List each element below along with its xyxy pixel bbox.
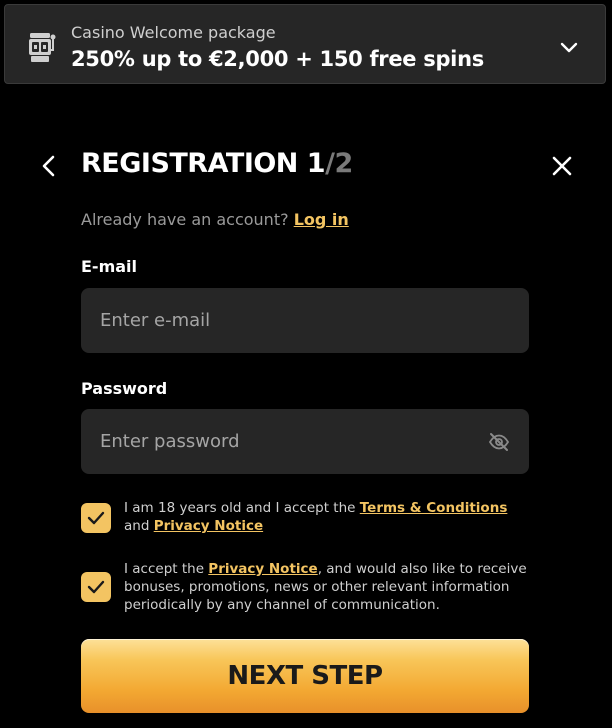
title-current-step: REGISTRATION 1	[81, 148, 326, 179]
eye-off-icon[interactable]	[488, 431, 510, 453]
page-title: REGISTRATION 1/2	[81, 148, 353, 179]
consent-text-part: I accept the	[124, 561, 209, 577]
slot-machine-icon	[29, 33, 56, 62]
next-step-button[interactable]: NEXT STEP	[81, 639, 529, 713]
password-input[interactable]	[81, 409, 529, 474]
close-icon[interactable]	[548, 152, 576, 180]
promo-headline: 250% up to €2,000 + 150 free spins	[71, 47, 484, 71]
login-link[interactable]: Log in	[294, 210, 349, 229]
login-prompt-text: Already have an account?	[81, 210, 289, 229]
promo-subtitle: Casino Welcome package	[71, 23, 276, 42]
age-terms-checkbox[interactable]	[81, 503, 111, 533]
welcome-package-banner[interactable]: Casino Welcome package 250% up to €2,000…	[4, 4, 606, 84]
marketing-consent-text: I accept the Privacy Notice, and would a…	[124, 560, 534, 614]
email-input[interactable]	[81, 288, 529, 353]
checkmark-icon	[87, 580, 105, 594]
terms-conditions-link[interactable]: Terms & Conditions	[360, 500, 508, 516]
chevron-down-icon[interactable]	[559, 37, 579, 57]
title-total-steps: /2	[325, 148, 353, 179]
privacy-notice-link-2[interactable]: Privacy Notice	[208, 561, 317, 577]
marketing-consent-checkbox[interactable]	[81, 572, 111, 602]
checkmark-icon	[87, 511, 105, 525]
privacy-notice-link[interactable]: Privacy Notice	[154, 518, 263, 534]
password-label: Password	[81, 379, 168, 398]
password-field-box	[81, 409, 529, 474]
login-prompt: Already have an account? Log in	[81, 210, 349, 229]
consent-text-part: I am 18 years old and I accept the	[124, 500, 360, 516]
age-terms-consent-text: I am 18 years old and I accept the Terms…	[124, 499, 534, 535]
chevron-left-icon[interactable]	[36, 152, 64, 180]
consent-text-part: and	[124, 518, 154, 534]
email-label: E-mail	[81, 257, 138, 276]
email-field-box	[81, 288, 529, 353]
